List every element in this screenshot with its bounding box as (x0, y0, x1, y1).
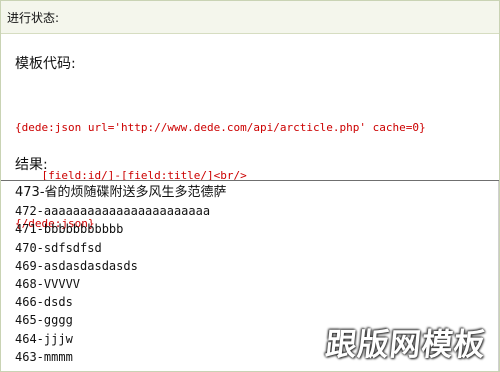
code-line: {dede:json url='http://www.dede.com/api/… (15, 121, 426, 134)
list-item: 473-省的烦随碟附送多风生多范德萨 (15, 185, 227, 200)
panel-title: 进行状态: (7, 11, 60, 25)
list-item: 470-sdfsdfsd (15, 240, 102, 255)
list-item: 466-dsds (15, 295, 73, 310)
list-item: 469-asdasdasdasds (15, 258, 138, 273)
result-scroll-edge (498, 181, 499, 371)
template-code-label: 模板代码: (15, 56, 76, 72)
list-item: 465-gggg (15, 313, 73, 328)
list-item: 472-aaaaaaaaaaaaaaaaaaaaaaa (15, 204, 211, 219)
result-label: 结果: (15, 157, 48, 173)
panel-header: 进行状态: (1, 1, 499, 34)
list-item: 471-bbbbbbbbbbb (15, 222, 124, 237)
result-list: 473-省的烦随碟附送多风生多范德萨 472-aaaaaaaaaaaaaaaaa… (15, 184, 227, 366)
status-panel: 进行状态: 模板代码: {dede:json url='http://www.d… (0, 0, 500, 372)
list-item: 468-VVVVV (15, 277, 81, 292)
watermark-logo: 跟版网模板 (323, 327, 488, 363)
list-item: 463-mmmm (15, 349, 73, 364)
list-item: 464-jjjw (15, 331, 73, 346)
